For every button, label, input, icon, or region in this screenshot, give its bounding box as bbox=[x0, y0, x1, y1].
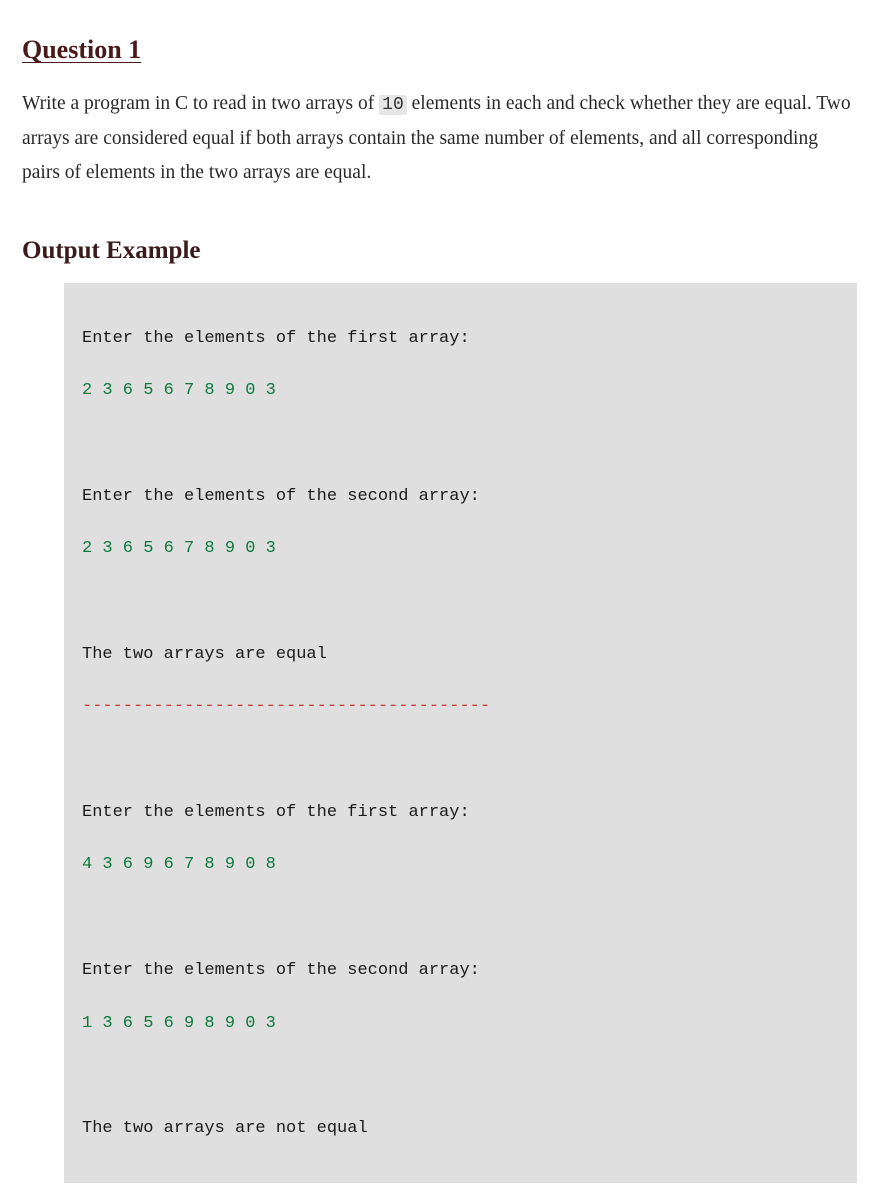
output-line: Enter the elements of the second array: bbox=[82, 958, 839, 984]
output-blank bbox=[82, 589, 839, 615]
output-result-line: The two arrays are not equal bbox=[82, 1116, 839, 1142]
output-input-line: 2 3 6 5 6 7 8 9 0 3 bbox=[82, 378, 839, 404]
output-result-line: The two arrays are equal bbox=[82, 642, 839, 668]
output-blank bbox=[82, 1063, 839, 1089]
output-input-line: 4 3 6 9 6 7 8 9 0 8 bbox=[82, 852, 839, 878]
output-line: Enter the elements of the first array: bbox=[82, 326, 839, 352]
output-input-line: 2 3 6 5 6 7 8 9 0 3 bbox=[82, 536, 839, 562]
prompt-before: Write a program in C to read in two arra… bbox=[22, 93, 379, 114]
output-blank bbox=[82, 905, 839, 931]
output-blank bbox=[82, 747, 839, 773]
output-example-heading: Output Example bbox=[22, 232, 857, 270]
inline-code-literal: 10 bbox=[379, 95, 407, 115]
output-input-line: 1 3 6 5 6 9 8 9 0 3 bbox=[82, 1011, 839, 1037]
output-example-block: Enter the elements of the first array: 2… bbox=[64, 283, 857, 1182]
output-line: Enter the elements of the second array: bbox=[82, 484, 839, 510]
question-prompt: Write a program in C to read in two arra… bbox=[22, 87, 857, 190]
question-heading: Question 1 bbox=[22, 30, 857, 69]
output-blank bbox=[82, 431, 839, 457]
output-line: Enter the elements of the first array: bbox=[82, 800, 839, 826]
output-separator: ---------------------------------------- bbox=[82, 694, 839, 720]
